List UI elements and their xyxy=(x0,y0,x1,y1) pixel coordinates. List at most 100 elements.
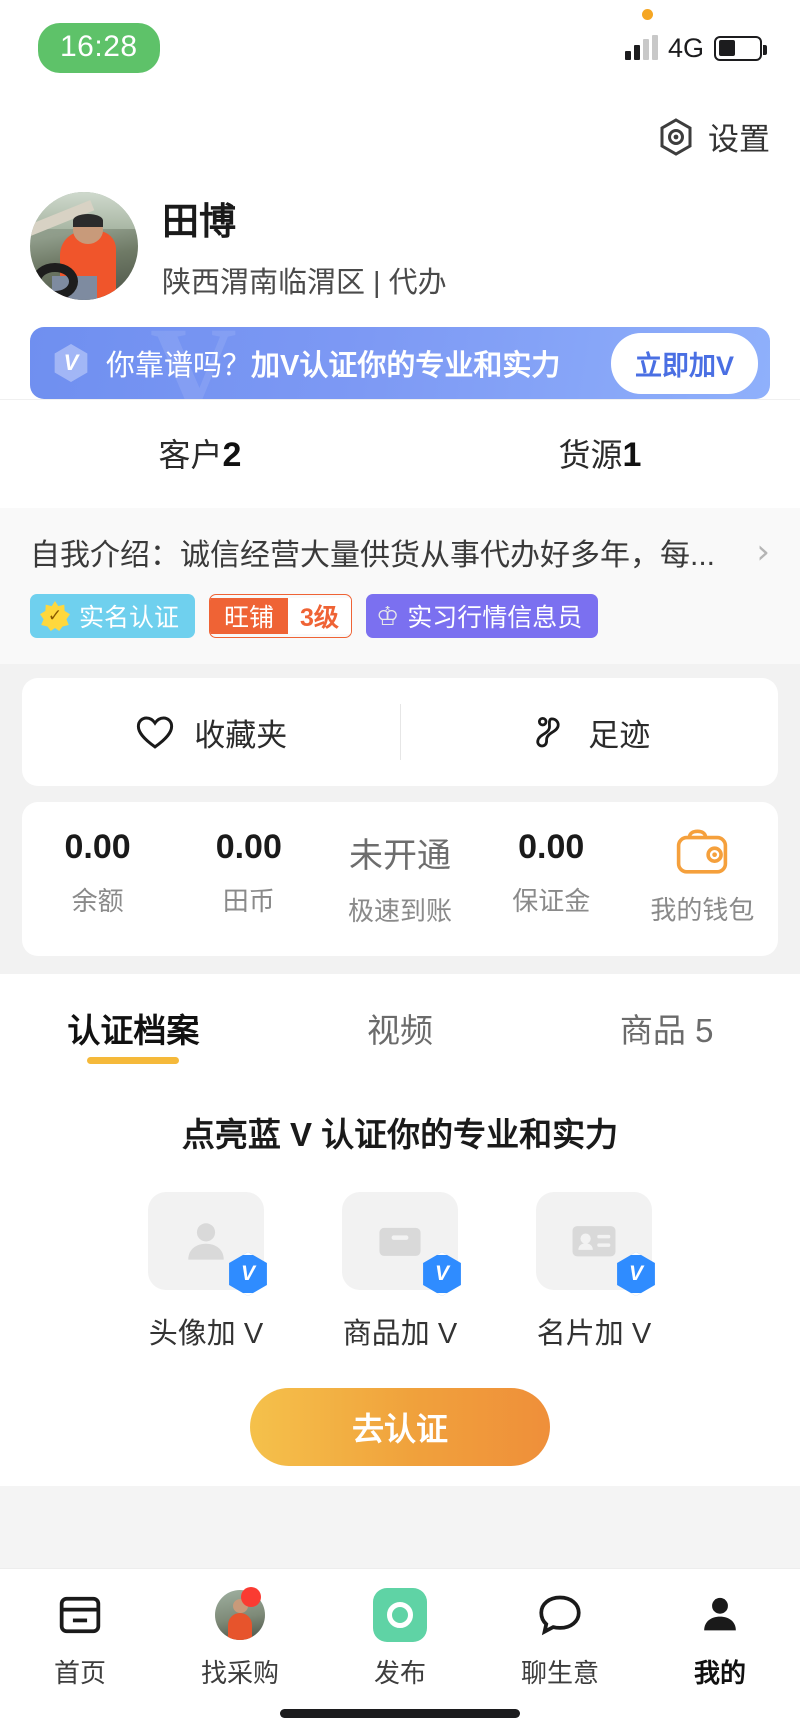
status-bar: 16:28 4G xyxy=(0,0,800,96)
profile-name: 田博 xyxy=(162,201,236,242)
avatar[interactable] xyxy=(30,192,138,300)
star-check-icon: ✓ xyxy=(40,601,70,631)
recording-dot-icon xyxy=(641,8,653,20)
cert-product-label: 商品加 V xyxy=(342,1318,458,1350)
cert-card-box: V xyxy=(536,1192,655,1296)
mine-icon-wrap xyxy=(695,1589,745,1641)
tab-video[interactable]: 视频 xyxy=(267,1004,534,1074)
business-card-icon xyxy=(572,1226,616,1257)
gear-hex-icon xyxy=(660,117,692,156)
nav-item-find-purchase[interactable]: 找采购 xyxy=(160,1587,320,1690)
certification-title: 点亮蓝 V 认证你的专业和实力 xyxy=(181,1116,619,1153)
person-icon xyxy=(704,1597,736,1631)
publish-icon-wrap xyxy=(373,1588,427,1642)
nav-chat-label: 聊生意 xyxy=(520,1658,599,1688)
intro-section: 自我介绍：诚信经营大量供货从事代办好多年，每... › ✓ 实名认证 旺铺 3级… xyxy=(0,508,800,664)
nav-home-label: 首页 xyxy=(53,1658,106,1688)
tag-shop-label: 旺铺 xyxy=(210,598,289,634)
home-icon-wrap xyxy=(55,1589,105,1641)
profile-summary[interactable]: 田博 陕西渭南临渭区 | 代办 xyxy=(30,169,770,327)
stat-customers[interactable]: 客户2 xyxy=(0,430,400,476)
stat-customers-value: 2 xyxy=(222,436,242,474)
bottom-navigation: 首页 找采购 发布 聊生意 我的 xyxy=(0,1568,800,1732)
wallet-coins-label: 田币 xyxy=(222,886,275,916)
cert-avatar-label: 头像加 V xyxy=(148,1318,264,1350)
content-tabs: 认证档案 视频 商品 5 xyxy=(0,974,800,1074)
cards-section: 收藏夹 足迹 0.00 余额 0.00 田币 未开通 极速到账 0.00 保证金… xyxy=(0,664,800,974)
cert-item-avatar[interactable]: V 头像加 V xyxy=(148,1192,267,1352)
avatar-placeholder-icon xyxy=(188,1223,224,1260)
cert-item-product[interactable]: V 商品加 V xyxy=(342,1192,461,1352)
certification-section: 点亮蓝 V 认证你的专业和实力 V 头像加 V V 商品加 V V 名片加 V … xyxy=(0,1074,800,1486)
tab-certification-profile[interactable]: 认证档案 xyxy=(0,1004,267,1074)
banner-text-bold: 加V认证你的专业和实力 xyxy=(251,350,561,382)
tag-shop-level[interactable]: 旺铺 3级 xyxy=(209,594,352,638)
nav-item-publish[interactable]: 发布 xyxy=(320,1588,480,1690)
my-wallet-entry[interactable]: 我的钱包 xyxy=(627,828,778,928)
profile-location: 陕西渭南临渭区 | 代办 xyxy=(162,267,447,299)
cert-avatar-box: V xyxy=(148,1192,267,1296)
wallet-icon xyxy=(677,829,728,874)
footprints-button[interactable]: 足迹 xyxy=(401,710,779,755)
stat-supply-label: 货源 xyxy=(558,437,623,473)
v-badge-icon: V xyxy=(54,344,88,382)
notification-dot-icon xyxy=(241,1587,261,1607)
stat-supply[interactable]: 货源1 xyxy=(400,430,800,476)
cert-item-business-card[interactable]: V 名片加 V xyxy=(536,1192,655,1352)
wallet-fast-arrival-value: 未开通 xyxy=(349,837,451,875)
nav-item-chat[interactable]: 聊生意 xyxy=(480,1589,640,1690)
self-introduction-row[interactable]: 自我介绍：诚信经营大量供货从事代办好多年，每... › xyxy=(30,530,770,574)
nav-find-purchase-label: 找采购 xyxy=(200,1658,279,1688)
stats-row: 客户2 货源1 xyxy=(0,399,800,508)
battery-icon xyxy=(714,35,767,61)
wallet-deposit-label: 保证金 xyxy=(512,886,591,916)
publish-camera-icon xyxy=(373,1588,427,1642)
tag-real-name-verified[interactable]: ✓ 实名认证 xyxy=(30,594,196,638)
self-introduction-text: 自我介绍：诚信经营大量供货从事代办好多年，每... xyxy=(30,539,716,572)
settings-button[interactable]: 设置 xyxy=(656,114,770,159)
add-v-button[interactable]: 立即加V xyxy=(610,332,758,394)
cert-product-box: V xyxy=(342,1192,461,1296)
nav-item-home[interactable]: 首页 xyxy=(0,1589,160,1690)
tag-market-informant-label: 实习行情信息员 xyxy=(407,604,583,632)
signal-bars-icon xyxy=(624,35,658,60)
nav-mine-label: 我的 xyxy=(693,1658,746,1688)
wallet-balance[interactable]: 0.00 余额 xyxy=(22,828,173,928)
wallet-balance-value: 0.00 xyxy=(64,828,131,866)
wallet-fast-arrival-label: 极速到账 xyxy=(348,896,453,926)
footprints-label: 足迹 xyxy=(588,717,651,753)
tag-real-name-label: 实名认证 xyxy=(79,604,180,632)
stat-supply-value: 1 xyxy=(622,436,642,474)
tab-products[interactable]: 商品 5 xyxy=(533,1004,800,1074)
home-icon xyxy=(59,1596,101,1634)
certification-items: V 头像加 V V 商品加 V V 名片加 V xyxy=(0,1192,800,1352)
wallet-deposit-value: 0.00 xyxy=(518,828,585,866)
network-type-label: 4G xyxy=(667,32,704,63)
find-purchase-icon-wrap xyxy=(215,1587,265,1641)
chevron-right-icon: › xyxy=(756,532,770,572)
favorites-button[interactable]: 收藏夹 xyxy=(22,710,400,755)
cert-card-label: 名片加 V xyxy=(536,1318,652,1350)
wallet-fast-arrival[interactable]: 未开通 极速到账 xyxy=(324,828,475,928)
status-indicators: 4G xyxy=(624,8,767,64)
nav-item-mine[interactable]: 我的 xyxy=(640,1589,800,1690)
home-indicator xyxy=(280,1709,520,1718)
chat-bubble-icon xyxy=(539,1595,581,1636)
stat-customers-label: 客户 xyxy=(158,437,223,473)
settings-label: 设置 xyxy=(708,122,770,157)
profile-header: 设置 田博 陕西渭南临渭区 | 代办 V V 你靠谱吗？加V认证你的专业和实力 … xyxy=(0,96,800,399)
wallet-deposit[interactable]: 0.00 保证金 xyxy=(476,828,627,928)
status-time: 16:28 xyxy=(38,23,160,73)
nav-publish-label: 发布 xyxy=(373,1658,426,1688)
chat-icon-wrap xyxy=(535,1589,585,1641)
wallet-coins[interactable]: 0.00 田币 xyxy=(173,828,324,928)
settings-row: 设置 xyxy=(30,96,770,169)
heart-icon xyxy=(137,716,174,749)
tag-market-informant[interactable]: ♔ 实习行情信息员 xyxy=(365,594,599,638)
badge-tags-row: ✓ 实名认证 旺铺 3级 ♔ 实习行情信息员 xyxy=(30,574,770,664)
product-box-icon xyxy=(379,1227,421,1256)
footprint-icon xyxy=(536,716,560,748)
v-certification-banner[interactable]: V V 你靠谱吗？加V认证你的专业和实力 立即加V xyxy=(30,327,770,399)
wallet-balance-label: 余额 xyxy=(71,886,124,916)
go-certify-button[interactable]: 去认证 xyxy=(250,1388,550,1466)
